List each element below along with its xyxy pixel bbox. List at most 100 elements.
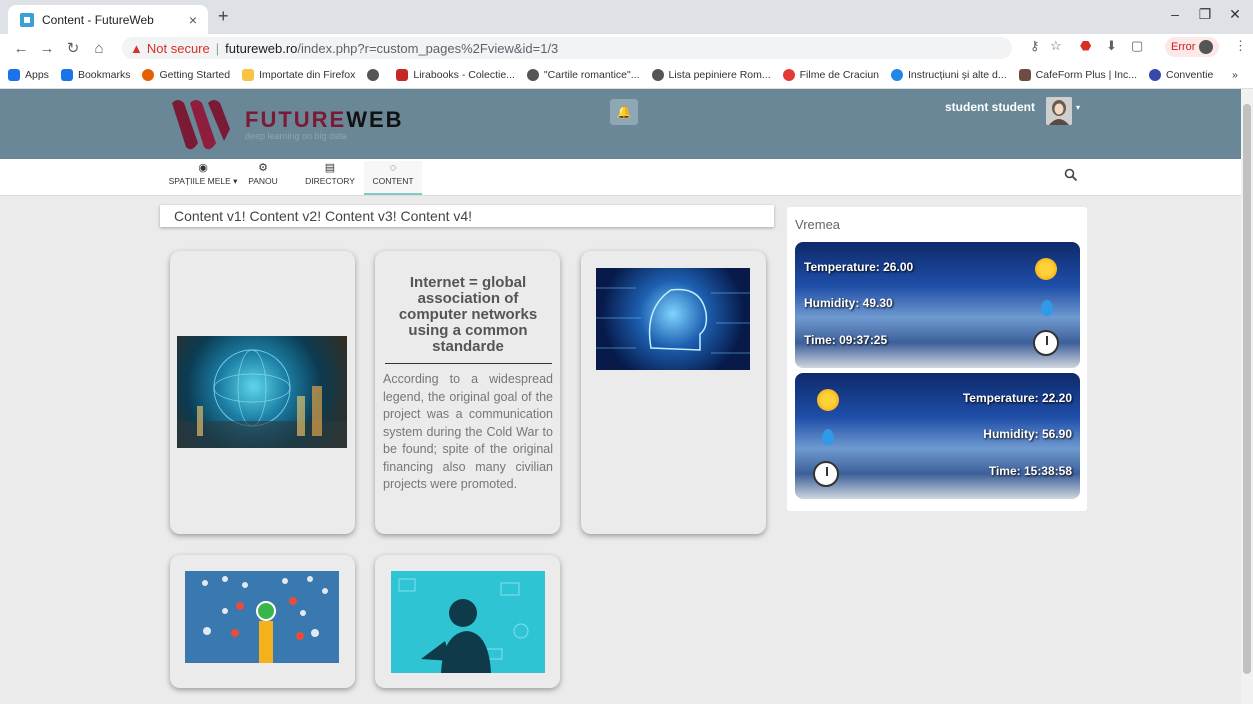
folder-icon [242,69,255,81]
menu-kebab-icon[interactable]: ⋮ [1234,38,1247,54]
bookmark-firefox-import[interactable]: Importate din Firefox [242,69,355,81]
user-avatar[interactable] [1046,97,1072,125]
new-tab-button[interactable]: + [218,6,229,27]
bookmark-label: Conventie [1166,69,1214,81]
url-separator: | [215,40,220,56]
warning-icon: ▲ [130,40,143,56]
forward-icon[interactable]: → [34,40,60,57]
bookmark-globe[interactable] [367,69,384,81]
bookmark-lirabooks[interactable]: Lirabooks - Colectie... [396,69,515,81]
water-drop-icon [1041,300,1053,316]
weather-humidity: Humidity: 49.30 [804,296,893,310]
bookmark-instructiuni[interactable]: Instrucțiuni și alte d... [891,69,1007,81]
adblock-icon[interactable]: ⬣ [1080,38,1091,54]
bookmark-label: Importate din Firefox [259,69,356,81]
key-icon[interactable]: ⚷ [1030,38,1040,54]
star-icon[interactable]: ☆ [1050,38,1062,54]
minimize-icon[interactable]: – [1160,6,1190,22]
weather-title: Vremea [795,217,841,232]
bookmark-label: Bookmarks [77,69,131,81]
bookmark-bookmarks[interactable]: Bookmarks [60,69,131,81]
weather-humidity: Humidity: 56.90 [983,427,1072,441]
menu-content[interactable]: ◌ CONTENT [364,161,422,195]
weather-time: Time: 15:38:58 [988,464,1072,478]
search-icon[interactable] [1064,168,1078,185]
bookmark-cafeform[interactable]: CafeForm Plus | Inc... [1018,69,1137,81]
weather-widget: Vremea Temperature: 26.00 Humidity: 49.3… [787,207,1087,511]
back-icon[interactable]: ← [8,40,34,57]
menu-label: CONTENT [372,176,414,186]
user-menu-caret-icon[interactable]: ▾ [1076,103,1080,112]
menu-directory[interactable]: ▤ DIRECTORY [304,161,356,195]
download-icon[interactable]: ⬇ [1106,38,1117,54]
weather-temperature: Temperature: 26.00 [804,260,914,274]
browser-tab[interactable]: Content - FutureWeb × [8,5,208,34]
extension-icon[interactable]: ▢ [1131,38,1143,54]
content-card-ai[interactable] [581,251,766,534]
user-photo-icon [1046,97,1072,125]
bookmark-label: Filme de Craciun [799,69,880,81]
sun-icon [817,389,839,411]
iot-network-image [185,571,339,663]
content-card-globe[interactable] [170,251,355,534]
weather-temperature: Temperature: 22.20 [962,391,1072,405]
maximize-icon[interactable]: ❐ [1190,6,1220,23]
dashboard-icon: ⚙ [258,162,268,174]
bookmark-getting-started[interactable]: Getting Started [142,69,230,81]
main-menu: ◉ SPAȚIILE MELE ▾ ⚙ PANOU ▤ DIRECTORY ◌ … [0,159,1241,196]
bookmark-label: CafeForm Plus | Inc... [1035,69,1137,81]
more-bookmarks-icon[interactable]: » [1232,69,1238,81]
filme-icon [782,69,795,81]
notifications-bell-icon[interactable]: 🔔 [610,99,638,125]
bookmark-label: Apps [25,69,49,81]
menu-spatiile-mele[interactable]: ◉ SPAȚIILE MELE ▾ [168,161,238,195]
globe-icon [367,69,380,81]
content-card-iot[interactable] [170,555,355,688]
menu-panou[interactable]: ⚙ PANOU [244,161,282,195]
window-close-icon[interactable]: ✕ [1220,6,1250,23]
content-links-bar[interactable]: Content v1! Content v2! Content v3! Cont… [160,205,774,227]
brand-tagline: deep learning on big data [245,131,347,141]
weather-card-2: Temperature: 22.20 Humidity: 56.90 Time:… [795,373,1080,499]
browser-tabstrip: Content - FutureWeb × + – ❐ ✕ [0,0,1253,34]
content-card-user[interactable] [375,555,560,688]
bookmark-pepiniere[interactable]: Lista pepiniere Rom... [651,69,771,81]
brand-web: WEB [346,107,404,132]
url-path: /index.php?r=custom_pages%2Fview&id=1/3 [297,40,559,56]
clock-icon [1033,330,1059,356]
globe-icon [651,69,664,81]
globe-network-image [177,336,347,448]
bookmark-conventie[interactable]: Conventie [1149,69,1213,81]
person-laptop-image [391,571,545,673]
futureweb-logo-icon[interactable] [168,95,238,155]
not-secure-label: Not secure [146,40,210,56]
bookmark-filme[interactable]: Filme de Craciun [782,69,880,81]
reload-icon[interactable]: ↻ [60,39,86,57]
brand-name[interactable]: FUTUREWEB [245,107,404,133]
bookmark-label: Instrucțiuni și alte d... [908,69,1007,81]
scrollbar-thumb[interactable] [1243,104,1251,674]
ai-brain-image [596,268,750,370]
clock-icon [813,461,839,487]
conventie-icon [1149,69,1161,81]
tab-close-icon[interactable]: × [184,12,202,28]
address-bar[interactable]: ▲ Not secure | futureweb.ro/index.php?r=… [122,37,1012,59]
content-card-article[interactable]: Internet = global association of compute… [375,251,560,534]
profile-error-button[interactable]: Error [1165,37,1220,57]
home-icon[interactable]: ⌂ [86,40,112,57]
menu-label: DIRECTORY [305,176,355,186]
brand-future: FUTURE [245,107,347,132]
content-icon: ◌ [389,162,397,174]
weather-card-1: Temperature: 26.00 Humidity: 49.30 Time:… [795,242,1080,368]
bookmark-label: "Cartile romantice"... [543,69,640,81]
user-name[interactable]: student student [945,100,1035,114]
lirabooks-icon [396,69,409,81]
cafeform-icon [1018,69,1031,81]
apps-grid-icon [8,69,20,81]
site-favicon-icon [20,12,34,27]
page-viewport: FUTUREWEB deep learning on big data 🔔 st… [0,89,1241,704]
bookmark-apps[interactable]: Apps [8,69,49,81]
instructiuni-icon [891,69,904,81]
article-divider [385,363,552,364]
bookmark-cartile[interactable]: "Cartile romantice"... [526,69,640,81]
